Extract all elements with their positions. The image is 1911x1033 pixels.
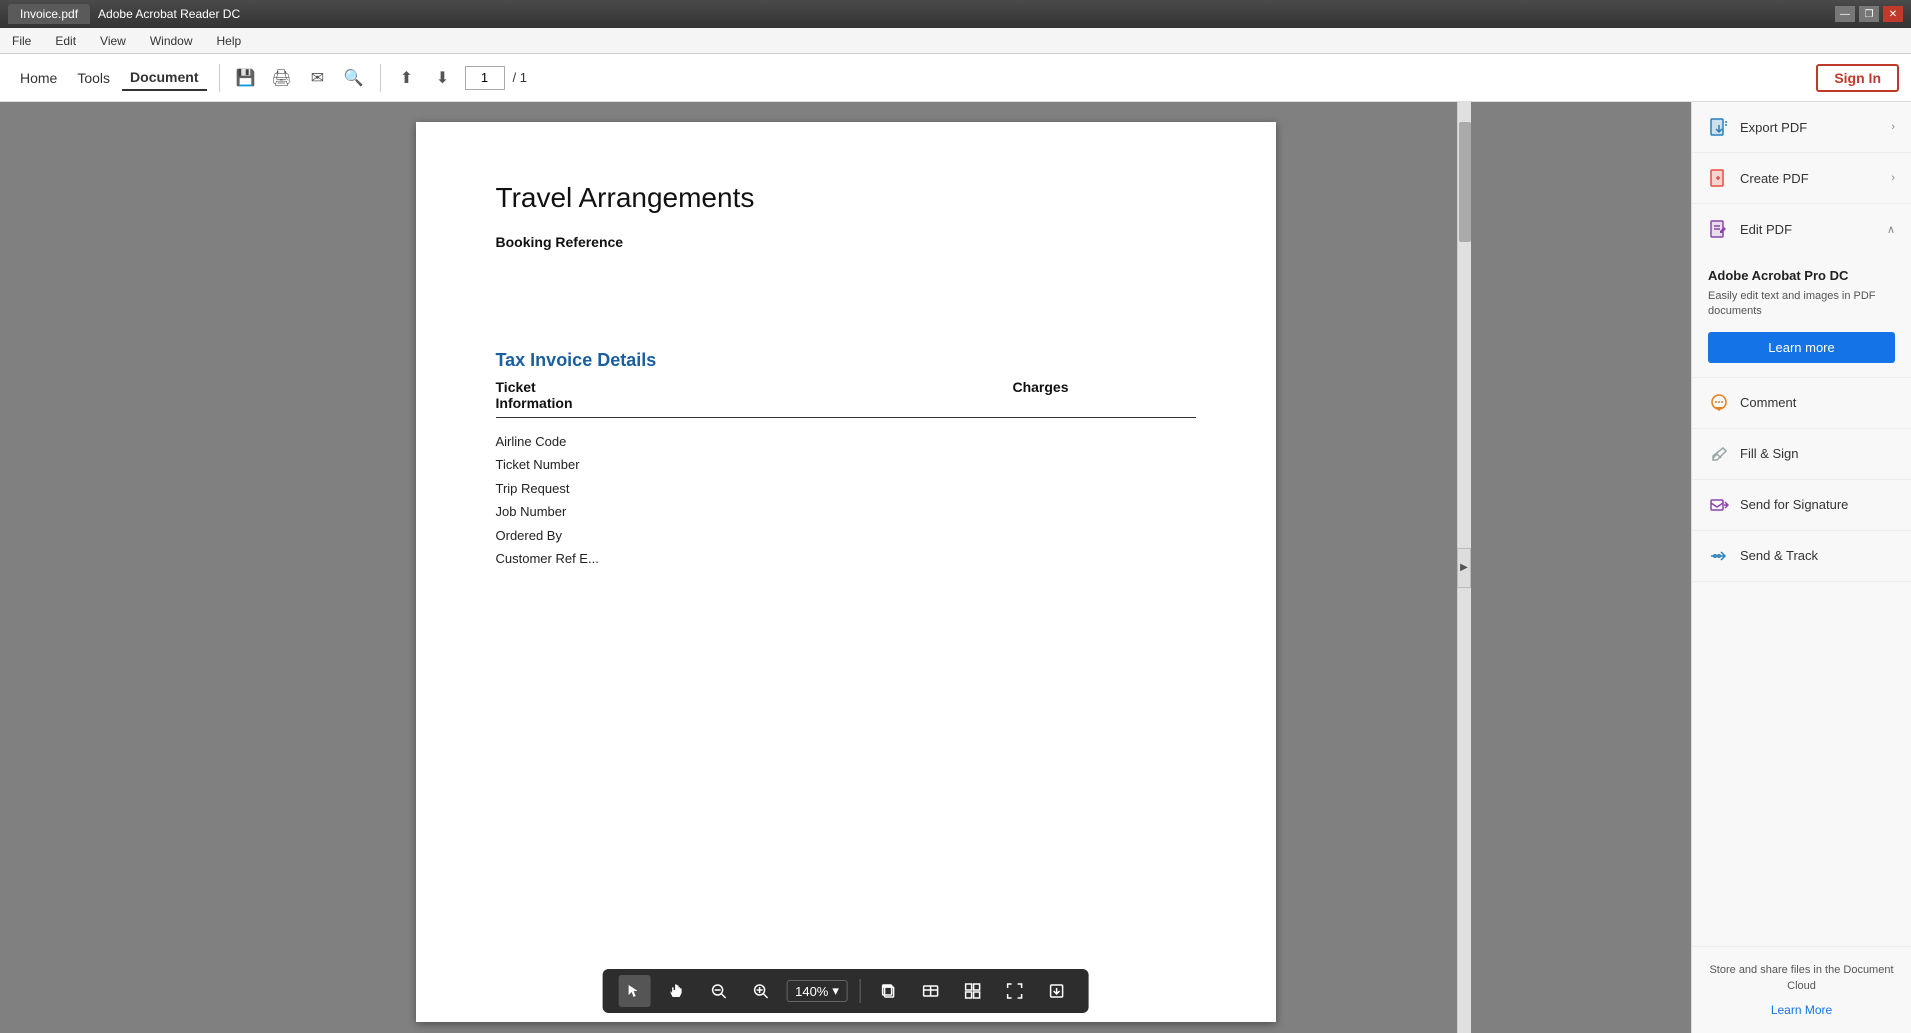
edit-pdf-chevron: ∧ [1887,223,1895,236]
fullscreen-button[interactable] [999,975,1031,1007]
zoom-level-display[interactable]: 140% ▾ [786,980,848,1002]
bottom-toolbar: 140% ▾ [602,969,1089,1013]
promo-title: Adobe Acrobat Pro DC [1708,268,1895,283]
close-button[interactable]: ✕ [1883,6,1903,22]
comment-item[interactable]: Comment [1692,378,1911,429]
promo-description: Easily edit text and images in PDF docum… [1708,289,1895,320]
app-title: Adobe Acrobat Reader DC [98,7,240,21]
select-tool-button[interactable] [618,975,650,1007]
pdf-scroll[interactable]: Travel Arrangements Booking Reference Ta… [0,102,1691,1033]
bottom-promo: Store and share files in the Document Cl… [1692,946,1911,1033]
edit-pdf-header[interactable]: Edit PDF ∧ [1692,204,1911,254]
pdf-page: Travel Arrangements Booking Reference Ta… [416,122,1276,1022]
fill-sign-item[interactable]: Fill & Sign [1692,429,1911,480]
send-signature-item[interactable]: Send for Signature [1692,480,1911,531]
pdf-rows: Airline Code Ticket Number Trip Request … [496,430,1196,570]
tab-tools[interactable]: Tools [69,66,118,90]
menu-view[interactable]: View [96,32,130,50]
create-pdf-chevron: › [1891,172,1895,184]
toolbar-divider2 [380,64,381,92]
copy-button[interactable] [873,975,905,1007]
main-layout: Travel Arrangements Booking Reference Ta… [0,102,1911,1033]
pdf-document-title: Travel Arrangements [496,182,1196,214]
menu-edit[interactable]: Edit [51,32,80,50]
hand-tool-button[interactable] [660,975,692,1007]
restore-button[interactable]: ❐ [1859,6,1879,22]
send-track-label: Send & Track [1740,548,1818,563]
create-pdf-icon [1708,167,1730,189]
pdf-invoice-section: Tax Invoice Details Ticket Information C… [496,350,1196,570]
title-tab[interactable]: Invoice.pdf [8,4,90,24]
page-number-input[interactable]: 1 [465,66,505,90]
table-tool-button[interactable] [915,975,947,1007]
collapse-panel-button[interactable]: ▶ [1457,548,1471,588]
pdf-row: Customer Ref E... [496,547,1196,570]
edit-pdf-icon [1708,218,1730,240]
zoom-in-button[interactable] [744,975,776,1007]
scrollbar-thumb[interactable] [1459,122,1471,242]
export-pdf-label: Export PDF [1740,120,1807,135]
pdf-table-header: Ticket Information Charges [496,379,1196,418]
bottom-promo-text: Store and share files in the Document Cl… [1708,963,1895,994]
pdf-area: Travel Arrangements Booking Reference Ta… [0,102,1691,1033]
toolbar: Home Tools Document 💾 🖨 ✉ 🔍 ⬆ ⬇ 1 / 1 Si… [0,54,1911,102]
edit-pdf-section: Edit PDF ∧ Adobe Acrobat Pro DC Easily e… [1692,204,1911,378]
right-panel: Export PDF › Create PDF › Edit PDF [1691,102,1911,1033]
export-pdf-chevron: › [1891,121,1895,133]
print-button[interactable]: 🖨 [268,64,296,92]
next-page-button[interactable]: ⬇ [429,64,457,92]
toolbar-divider [219,64,220,92]
send-signature-icon [1708,494,1730,516]
sign-in-button[interactable]: Sign In [1816,64,1899,92]
minimize-button[interactable]: — [1835,6,1855,22]
bottom-promo-link[interactable]: Learn More [1771,1003,1832,1017]
pdf-row: Ticket Number [496,453,1196,476]
pdf-row: Airline Code [496,430,1196,453]
send-track-item[interactable]: Send & Track [1692,531,1911,582]
promo-box: Adobe Acrobat Pro DC Easily edit text an… [1692,254,1911,377]
learn-more-button[interactable]: Learn more [1708,332,1895,363]
pdf-booking-label: Booking Reference [496,234,1196,250]
zoom-value: 140% [795,984,828,999]
grid-tool-button[interactable] [957,975,989,1007]
title-bar-left: Invoice.pdf Adobe Acrobat Reader DC [8,4,240,24]
pdf-row: Trip Request [496,477,1196,500]
fill-sign-icon [1708,443,1730,465]
pdf-row: Job Number [496,500,1196,523]
tab-document[interactable]: Document [122,65,206,91]
page-total: / 1 [513,70,527,85]
zoom-chevron: ▾ [832,983,839,999]
menu-help[interactable]: Help [213,32,246,50]
fill-sign-label: Fill & Sign [1740,446,1799,461]
save-button[interactable]: 💾 [232,64,260,92]
comment-icon [1708,392,1730,414]
send-signature-label: Send for Signature [1740,497,1848,512]
menu-file[interactable]: File [8,32,35,50]
edit-pdf-label: Edit PDF [1740,222,1792,237]
search-button[interactable]: 🔍 [340,64,368,92]
create-pdf-label: Create PDF [1740,171,1809,186]
menu-window[interactable]: Window [146,32,197,50]
menu-bar: File Edit View Window Help [0,28,1911,54]
create-pdf-item[interactable]: Create PDF › [1692,153,1911,204]
comment-label: Comment [1740,395,1796,410]
prev-page-button[interactable]: ⬆ [393,64,421,92]
email-button[interactable]: ✉ [304,64,332,92]
export-pdf-item[interactable]: Export PDF › [1692,102,1911,153]
extract-button[interactable] [1041,975,1073,1007]
charges-header: Charges [1012,379,1212,411]
export-pdf-icon [1708,116,1730,138]
pdf-section-title: Tax Invoice Details [496,350,1196,371]
title-bar: Invoice.pdf Adobe Acrobat Reader DC — ❐ … [0,0,1911,28]
ticket-info-header: Ticket Information [496,379,573,411]
window-controls: — ❐ ✕ [1835,6,1903,22]
zoom-out-button[interactable] [702,975,734,1007]
send-track-icon [1708,545,1730,567]
nav-tabs: Home Tools Document [12,65,207,91]
tab-home[interactable]: Home [12,66,65,90]
btm-divider1 [860,979,861,1003]
pdf-row: Ordered By [496,524,1196,547]
